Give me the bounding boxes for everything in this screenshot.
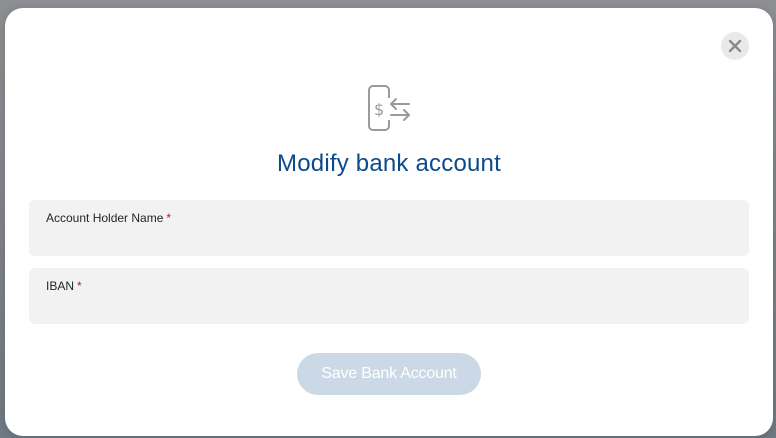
phone-money-transfer-icon: $: [368, 85, 410, 131]
account-holder-name-input[interactable]: [46, 227, 732, 253]
modify-bank-account-modal: $ Modify bank account Account Holder Nam…: [5, 8, 773, 436]
iban-input[interactable]: [46, 295, 732, 321]
close-icon: [728, 39, 742, 53]
save-bank-account-button[interactable]: Save Bank Account: [297, 353, 481, 395]
iban-label: IBAN: [46, 279, 75, 293]
svg-text:$: $: [374, 100, 384, 119]
account-holder-name-field[interactable]: Account Holder Name *: [29, 200, 749, 256]
required-marker: *: [166, 211, 172, 225]
modal-title: Modify bank account: [277, 150, 501, 177]
account-holder-name-label: Account Holder Name: [46, 211, 164, 225]
required-marker: *: [77, 279, 82, 293]
close-button[interactable]: [721, 32, 749, 60]
iban-field[interactable]: IBAN *: [29, 268, 749, 324]
